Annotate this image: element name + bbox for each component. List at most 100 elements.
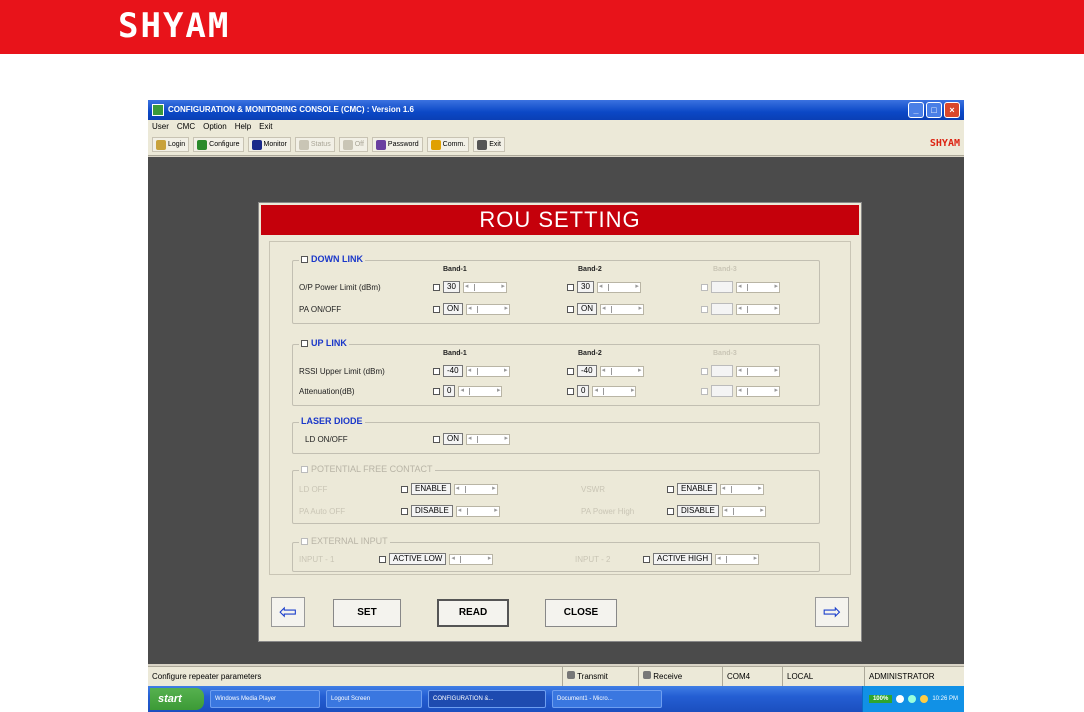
dl-power-band2-checkbox[interactable]: [567, 283, 574, 291]
input-2-checkbox[interactable]: [643, 555, 650, 563]
read-button[interactable]: READ: [437, 599, 509, 627]
dl-power-band2-slider[interactable]: [596, 281, 641, 293]
toolbar-label: Off: [354, 141, 364, 148]
ul-att-band2-slider[interactable]: [592, 385, 637, 397]
dl-power-band2-value[interactable]: 30: [577, 281, 594, 293]
dl-pa-band2-checkbox[interactable]: [567, 305, 574, 313]
pfc-pa-power-high-checkbox[interactable]: [667, 507, 674, 515]
ul-rssi-band3-checkbox[interactable]: [701, 367, 708, 375]
security-icon[interactable]: [920, 695, 929, 703]
toolbar-login-button[interactable]: Login: [152, 137, 190, 152]
dl-power-band3-checkbox[interactable]: [701, 283, 708, 291]
uplink-checkbox[interactable]: [301, 339, 308, 347]
input-1-checkbox[interactable]: [379, 555, 386, 563]
taskbar-logout-screen[interactable]: Logout Screen: [326, 690, 422, 708]
pfc-pa-power-high-value[interactable]: DISABLE: [677, 505, 719, 517]
ul-rssi-band1-slider[interactable]: [465, 365, 510, 377]
menu-cmc[interactable]: CMC: [177, 120, 195, 134]
toolbar-exit-button[interactable]: Exit: [473, 137, 505, 152]
pfc-pa-auto-off-slider[interactable]: [455, 505, 500, 517]
ul-att-band1-slider[interactable]: [458, 385, 503, 397]
dl-power-band1-checkbox[interactable]: [433, 283, 440, 291]
pfc-ld-off-value[interactable]: ENABLE: [411, 483, 451, 495]
ul-rssi-band3-slider[interactable]: [736, 365, 780, 377]
dl-power-band1-slider[interactable]: [462, 281, 507, 293]
taskbar-document[interactable]: Document1 - Micro...: [552, 690, 662, 708]
next-arrow-button[interactable]: ⇨: [815, 597, 849, 627]
volume-icon[interactable]: [908, 695, 917, 703]
ul-rssi-band2-value[interactable]: -40: [577, 365, 597, 377]
pfc-vswr-checkbox[interactable]: [667, 485, 674, 493]
toolbar-password-button[interactable]: Password: [371, 137, 423, 152]
close-button[interactable]: CLOSE: [545, 599, 617, 627]
taskbar-media-player[interactable]: Windows Media Player: [210, 690, 320, 708]
pfc-ld-off-checkbox[interactable]: [401, 485, 408, 493]
input-1-label: INPUT - 1: [299, 555, 335, 564]
dl-power-band3-value[interactable]: [711, 281, 733, 293]
downlink-checkbox[interactable]: [301, 255, 308, 263]
ul-att-band1-checkbox[interactable]: [433, 387, 440, 395]
start-button[interactable]: start: [150, 688, 204, 710]
ul-rssi-band1-value[interactable]: -40: [443, 365, 463, 377]
input-2-value[interactable]: ACTIVE HIGH: [653, 553, 713, 565]
input-1-slider[interactable]: [449, 553, 494, 565]
menu-option[interactable]: Option: [203, 120, 227, 134]
ul-att-band1-value[interactable]: 0: [443, 385, 456, 397]
toolbar-off-button[interactable]: Off: [338, 137, 368, 152]
ld-onoff-value[interactable]: ON: [443, 433, 463, 445]
toolbar-configure-button[interactable]: Configure: [193, 137, 244, 152]
dl-pa-band2-slider[interactable]: [600, 303, 644, 315]
ul-rssi-band2-slider[interactable]: [599, 365, 644, 377]
dl-pa-band1-value[interactable]: ON: [443, 303, 463, 315]
previous-arrow-button[interactable]: ⇦: [271, 597, 305, 627]
pfc-pa-power-high-slider[interactable]: [721, 505, 766, 517]
menu-exit[interactable]: Exit: [259, 120, 272, 134]
toolbar-monitor-button[interactable]: Monitor: [247, 137, 291, 152]
battery-indicator[interactable]: 100%: [868, 695, 893, 703]
pfc-vswr-slider[interactable]: [719, 483, 764, 495]
input-2-slider[interactable]: [715, 553, 760, 565]
network-icon[interactable]: [896, 695, 905, 703]
dl-pa-band3-slider[interactable]: [736, 303, 780, 315]
input-1-value[interactable]: ACTIVE LOW: [389, 553, 447, 565]
dl-pa-band1-checkbox[interactable]: [433, 305, 440, 313]
ul-rssi-band3-value[interactable]: [711, 365, 733, 377]
pfc-vswr-value[interactable]: ENABLE: [677, 483, 717, 495]
ul-att-band3-value[interactable]: [711, 385, 733, 397]
taskbar: start Windows Media Player Logout Screen…: [148, 686, 964, 712]
pfc-ld-off-slider[interactable]: [453, 483, 498, 495]
menu-user[interactable]: User: [152, 120, 169, 134]
ul-rssi-band1-checkbox[interactable]: [433, 367, 440, 375]
maximize-button[interactable]: □: [926, 102, 942, 118]
set-button[interactable]: SET: [333, 599, 401, 627]
dl-power-band3-slider[interactable]: [736, 281, 780, 293]
band-3-header: Band-3: [713, 266, 737, 273]
pfc-pa-auto-off-value[interactable]: DISABLE: [411, 505, 453, 517]
user-role: ADMINISTRATOR: [864, 667, 934, 687]
ext-checkbox[interactable]: [301, 537, 308, 545]
minimize-button[interactable]: _: [908, 102, 924, 118]
close-window-button[interactable]: ×: [944, 102, 960, 118]
ul-att-band2-checkbox[interactable]: [567, 387, 574, 395]
toolbar-comm-button[interactable]: Comm.: [426, 137, 470, 152]
dl-pa-band3-value[interactable]: [711, 303, 733, 315]
ul-rssi-band2-checkbox[interactable]: [567, 367, 574, 375]
toolbar-status-button[interactable]: Status: [294, 137, 335, 152]
ul-att-band2-value[interactable]: 0: [577, 385, 590, 397]
workspace: ROU SETTING DOWN LINK Band-1 Band-2 Band…: [148, 157, 964, 664]
menu-help[interactable]: Help: [235, 120, 251, 134]
ld-onoff-checkbox[interactable]: [433, 435, 440, 443]
dl-pa-band3-checkbox[interactable]: [701, 305, 708, 313]
ld-onoff-slider[interactable]: [466, 433, 510, 445]
pfc-pa-auto-off-checkbox[interactable]: [401, 507, 408, 515]
status-message: Configure repeater parameters: [152, 672, 262, 681]
window-titlebar[interactable]: CONFIGURATION & MONITORING CONSOLE (CMC)…: [148, 100, 964, 120]
dl-pa-band2-value[interactable]: ON: [577, 303, 597, 315]
pfc-checkbox[interactable]: [301, 465, 308, 473]
ul-att-band3-checkbox[interactable]: [701, 387, 708, 395]
attenuation-label: Attenuation(dB): [299, 387, 355, 396]
dl-pa-band1-slider[interactable]: [466, 303, 510, 315]
ul-att-band3-slider[interactable]: [736, 385, 780, 397]
taskbar-configuration[interactable]: CONFIGURATION &...: [428, 690, 546, 708]
dl-power-band1-value[interactable]: 30: [443, 281, 460, 293]
